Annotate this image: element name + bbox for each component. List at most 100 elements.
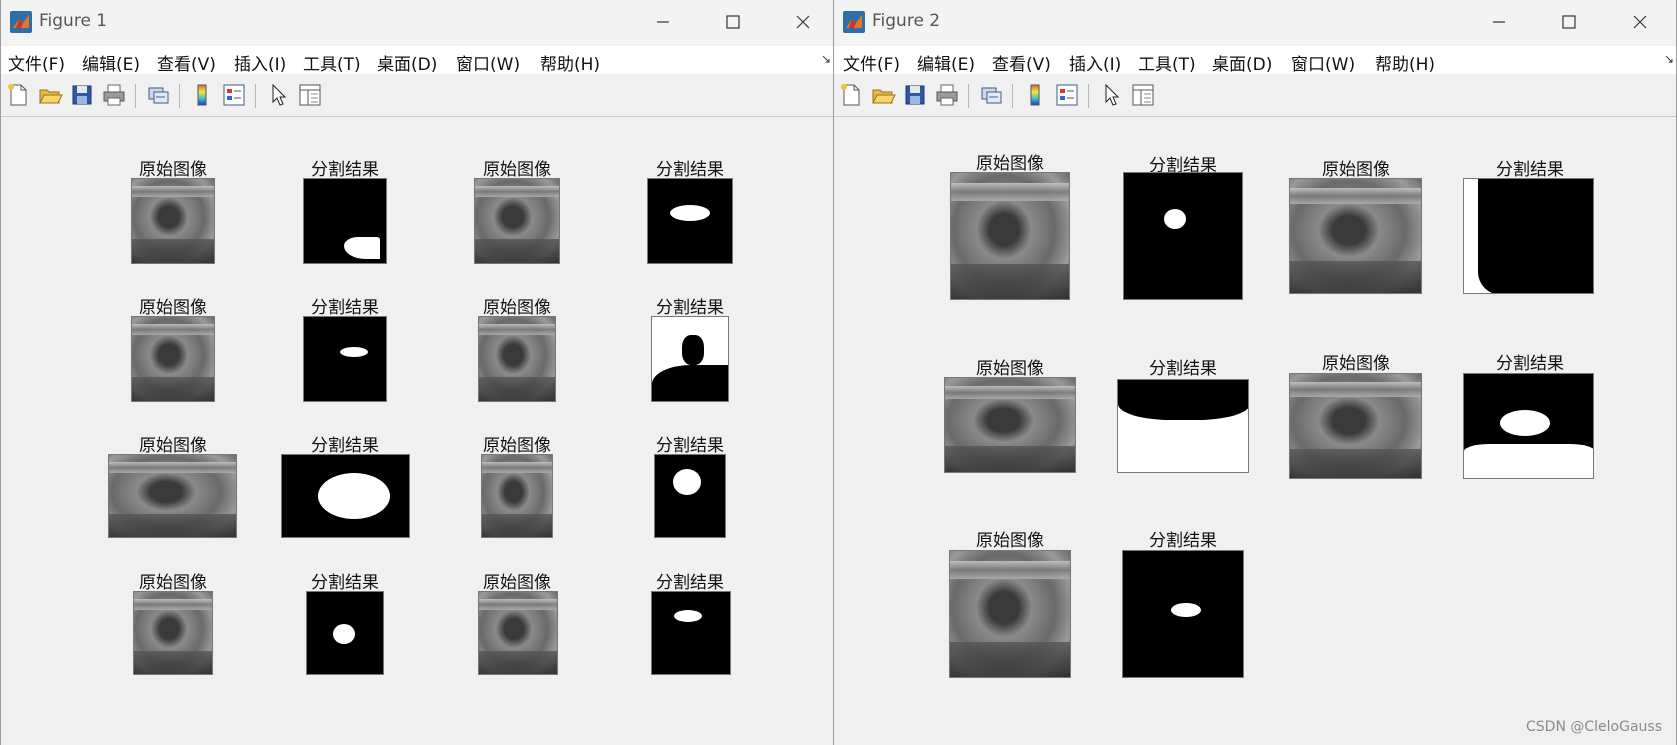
maximize-button[interactable]	[1547, 6, 1591, 38]
panel-title: 原始图像	[483, 160, 551, 180]
menu-tools[interactable]: 工具(T)	[1138, 50, 1196, 75]
dock-arrow-icon[interactable]: ↘	[1664, 52, 1674, 66]
panel-title: 原始图像	[139, 573, 207, 593]
segmentation-result	[1463, 178, 1594, 294]
segmentation-result	[303, 316, 387, 402]
close-button[interactable]	[781, 6, 825, 38]
segmentation-result	[1117, 379, 1249, 473]
save-icon[interactable]	[902, 82, 928, 108]
segmentation-result	[306, 591, 384, 675]
maximize-icon	[726, 15, 740, 29]
menu-desktop[interactable]: 桌面(D)	[1212, 50, 1272, 75]
dock-arrow-icon[interactable]: ↘	[821, 52, 831, 66]
menu-view[interactable]: 查看(V)	[157, 50, 216, 75]
open-file-icon[interactable]	[37, 82, 63, 108]
legend-icon[interactable]	[221, 82, 247, 108]
segmented-region	[1171, 603, 1201, 617]
panel-title: 原始图像	[976, 154, 1044, 174]
new-figure-icon[interactable]	[5, 82, 31, 108]
original-image	[944, 377, 1076, 473]
menu-window[interactable]: 窗口(W)	[1291, 50, 1355, 75]
close-icon	[1633, 15, 1647, 29]
panel-title: 分割结果	[656, 573, 724, 593]
menu-file[interactable]: 文件(F)	[843, 50, 900, 75]
minimize-button[interactable]	[1477, 6, 1521, 38]
figure-1-window: Figure 1 文件(F) 编辑(E) 查看(V) 插入(I) 工具(T) 桌…	[0, 0, 834, 745]
panel-title: 分割结果	[1149, 359, 1217, 379]
original-image	[474, 178, 560, 264]
colorbar-icon[interactable]	[1022, 82, 1048, 108]
panel-title: 分割结果	[1149, 531, 1217, 551]
segmentation-result	[303, 178, 387, 264]
maximize-button[interactable]	[711, 6, 755, 38]
panel-title: 分割结果	[656, 436, 724, 456]
segmentation-result	[1122, 550, 1244, 678]
property-inspector-icon[interactable]	[1130, 82, 1156, 108]
segmentation-result	[647, 178, 733, 264]
segmentation-result	[1463, 373, 1594, 479]
title-bar[interactable]: Figure 2	[834, 0, 1676, 44]
menu-tools[interactable]: 工具(T)	[303, 50, 361, 75]
link-plot-icon[interactable]	[145, 82, 171, 108]
segmented-region	[1500, 410, 1550, 436]
print-icon[interactable]	[934, 82, 960, 108]
original-image	[478, 316, 556, 402]
original-image	[478, 591, 558, 675]
panel-title: 分割结果	[1496, 160, 1564, 180]
toolbar-separator	[179, 84, 180, 108]
menu-view[interactable]: 查看(V)	[992, 50, 1051, 75]
title-bar[interactable]: Figure 1	[1, 0, 833, 44]
new-figure-icon[interactable]	[838, 82, 864, 108]
menu-edit[interactable]: 编辑(E)	[82, 50, 140, 75]
close-icon	[796, 15, 810, 29]
menu-edit[interactable]: 编辑(E)	[917, 50, 975, 75]
panel-title: 原始图像	[139, 160, 207, 180]
original-image	[949, 550, 1071, 678]
original-image	[1289, 373, 1422, 479]
panel-title: 原始图像	[1322, 354, 1390, 374]
figure-2-window: Figure 2 文件(F) 编辑(E) 查看(V) 插入(I) 工具(T) 桌…	[833, 0, 1677, 745]
open-file-icon[interactable]	[870, 82, 896, 108]
panel-title: 分割结果	[1496, 354, 1564, 374]
watermark: CSDN @CleloGauss	[1526, 719, 1662, 735]
minimize-button[interactable]	[641, 6, 685, 38]
toolbar-separator	[968, 84, 969, 108]
menu-insert[interactable]: 插入(I)	[1069, 50, 1121, 75]
save-icon[interactable]	[69, 82, 95, 108]
panel-title: 原始图像	[139, 436, 207, 456]
segmented-region	[1464, 444, 1593, 478]
colorbar-icon[interactable]	[189, 82, 215, 108]
menu-help[interactable]: 帮助(H)	[1375, 50, 1435, 75]
figure-canvas[interactable]: 原始图像 分割结果 原始图像 分割结果 原始图像 分割结果 原始图像 分割结果 …	[834, 117, 1676, 745]
menu-insert[interactable]: 插入(I)	[234, 50, 286, 75]
segmented-region	[1118, 380, 1248, 420]
close-button[interactable]	[1618, 6, 1662, 38]
toolbar	[834, 78, 1676, 117]
property-inspector-icon[interactable]	[297, 82, 323, 108]
menu-window[interactable]: 窗口(W)	[456, 50, 520, 75]
original-image	[481, 454, 553, 538]
menu-desktop[interactable]: 桌面(D)	[377, 50, 437, 75]
panel-title: 原始图像	[976, 531, 1044, 551]
segmented-region	[673, 469, 701, 495]
legend-icon[interactable]	[1054, 82, 1080, 108]
menu-help[interactable]: 帮助(H)	[540, 50, 600, 75]
menu-bar: 文件(F) 编辑(E) 查看(V) 插入(I) 工具(T) 桌面(D) 窗口(W…	[834, 46, 1676, 75]
segmented-region	[318, 473, 390, 519]
segmented-region	[1478, 179, 1593, 293]
pointer-icon[interactable]	[1098, 82, 1124, 108]
panel-title: 分割结果	[656, 160, 724, 180]
segmentation-result	[651, 591, 731, 675]
pointer-icon[interactable]	[265, 82, 291, 108]
segmentation-result	[1123, 172, 1243, 300]
maximize-icon	[1562, 15, 1576, 29]
segmented-region	[674, 610, 702, 622]
figure-canvas[interactable]: 原始图像 分割结果 原始图像 分割结果 原始图像 分割结果 原始图像 分割结果 …	[1, 117, 833, 745]
panel-title: 分割结果	[311, 573, 379, 593]
link-plot-icon[interactable]	[978, 82, 1004, 108]
toolbar-separator	[1088, 84, 1089, 108]
menu-file[interactable]: 文件(F)	[8, 50, 65, 75]
toolbar-separator	[1012, 84, 1013, 108]
print-icon[interactable]	[101, 82, 127, 108]
window-title: Figure 1	[39, 11, 108, 31]
